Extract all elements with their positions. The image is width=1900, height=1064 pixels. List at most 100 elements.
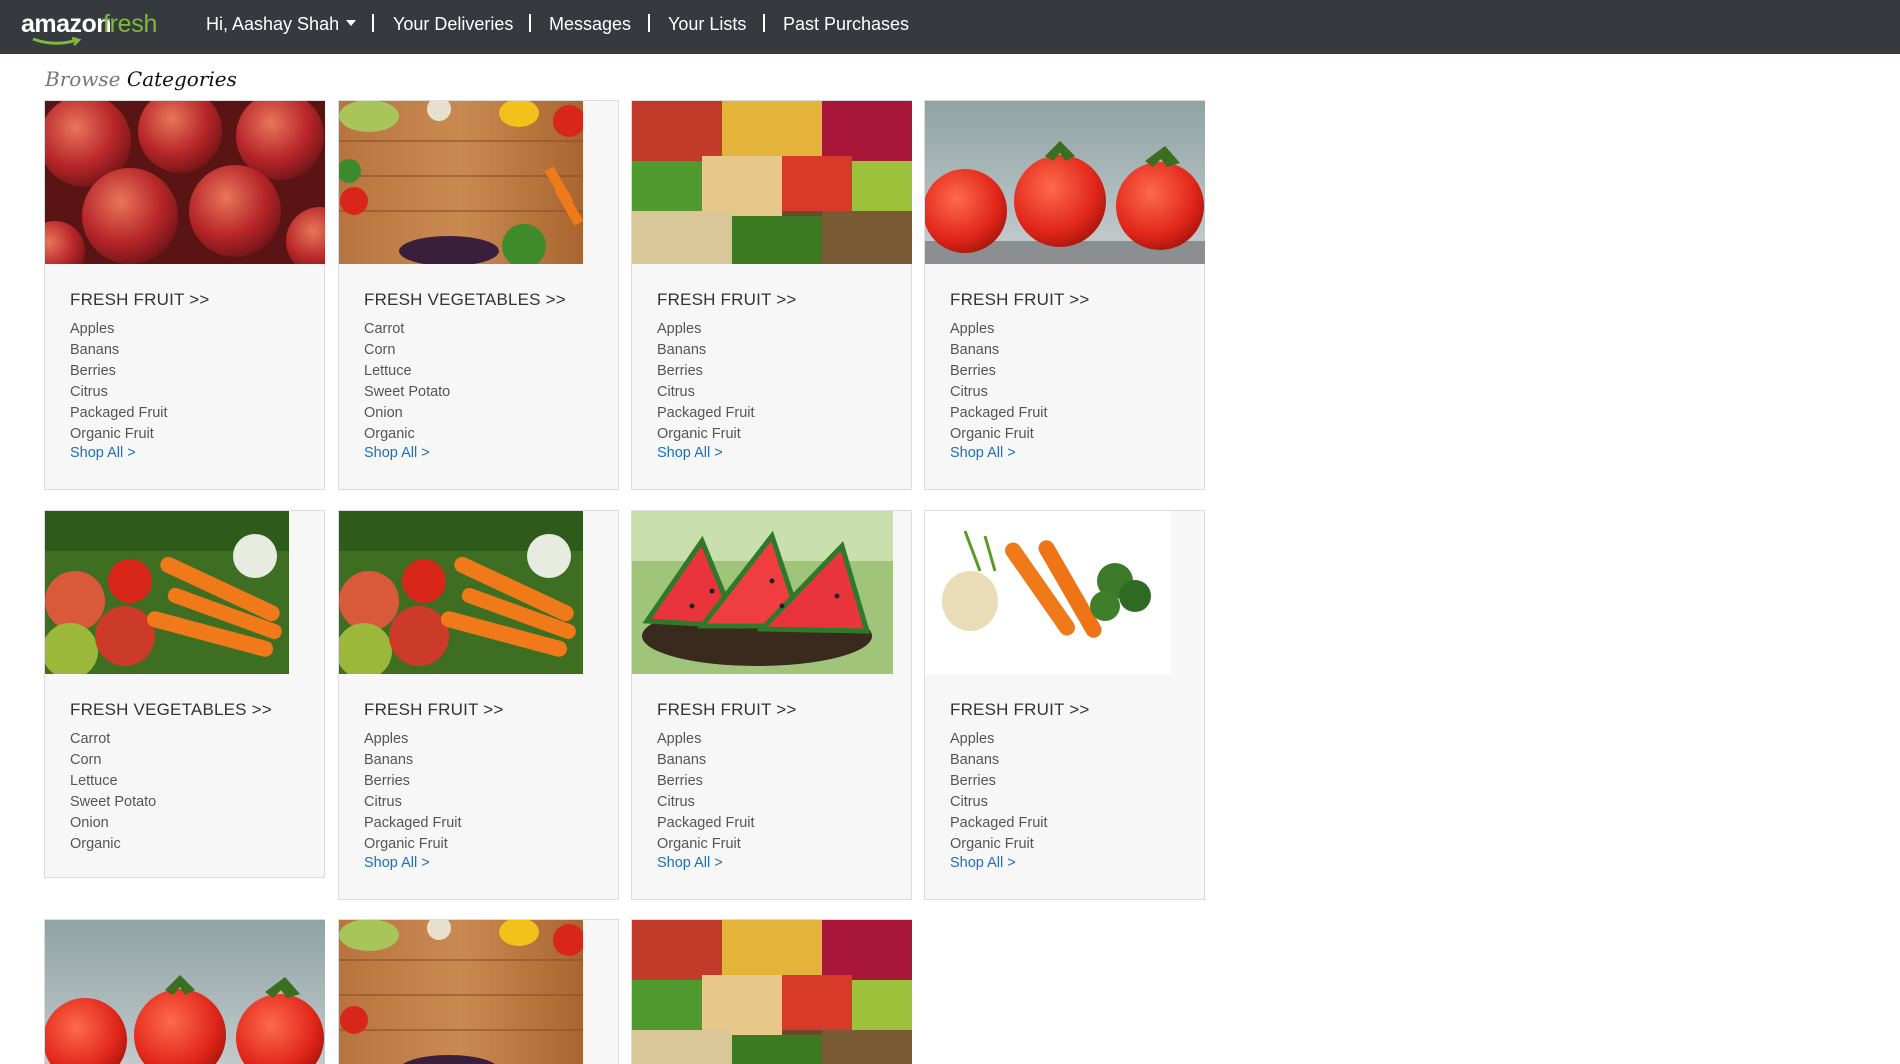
category-title[interactable]: FRESH VEGETABLES >>: [364, 290, 566, 310]
account-greeting: Hi, Aashay Shah: [206, 14, 340, 34]
subcategory-link[interactable]: Packaged Fruit: [364, 813, 462, 834]
carrots-apples-photo: [339, 511, 583, 674]
subcategory-list: Apples Banans Berries Citrus Packaged Fr…: [364, 729, 462, 855]
nav-past-purchases[interactable]: Past Purchases: [783, 14, 909, 35]
nav-your-deliveries[interactable]: Your Deliveries: [393, 14, 513, 35]
category-card[interactable]: FRESH FRUIT >> Apples Banans Berries Cit…: [44, 100, 325, 490]
subcategory-link[interactable]: Onion: [364, 403, 450, 424]
subcategory-link[interactable]: Apples: [364, 729, 462, 750]
subcategory-link[interactable]: Onion: [70, 813, 156, 834]
subcategory-link[interactable]: Packaged Fruit: [657, 813, 755, 834]
subcategory-link[interactable]: Banans: [657, 750, 755, 771]
subcategory-link[interactable]: Carrot: [364, 319, 450, 340]
category-image-apples[interactable]: [45, 101, 325, 264]
account-menu[interactable]: Hi, Aashay Shah: [206, 14, 357, 35]
subcategory-link[interactable]: Packaged Fruit: [950, 813, 1048, 834]
category-image-tomatoes[interactable]: [925, 101, 1205, 264]
subcategory-link[interactable]: Berries: [657, 361, 755, 382]
subcategory-link[interactable]: Citrus: [70, 382, 168, 403]
category-card[interactable]: FRESH FRUIT >> Apples Banans Berries Cit…: [631, 510, 912, 900]
subcategory-link[interactable]: Banans: [657, 340, 755, 361]
nav-messages[interactable]: Messages: [549, 14, 631, 35]
shop-all-link[interactable]: Shop All >: [950, 445, 1016, 461]
subcategory-link[interactable]: Citrus: [950, 382, 1048, 403]
category-image-market[interactable]: [632, 101, 912, 264]
subcategory-link[interactable]: Organic Fruit: [364, 834, 462, 855]
nav-your-lists[interactable]: Your Lists: [668, 14, 746, 35]
category-image-carrots-broccoli[interactable]: [925, 511, 1171, 674]
category-image-vegetables[interactable]: [339, 101, 583, 264]
subcategory-link[interactable]: Apples: [70, 319, 168, 340]
category-card[interactable]: FRESH VEGETABLES >> Carrot Corn Lettuce …: [44, 510, 325, 878]
subcategory-link[interactable]: Berries: [364, 771, 462, 792]
subcategory-link[interactable]: Sweet Potato: [70, 792, 156, 813]
category-image-tomatoes[interactable]: [45, 920, 325, 1064]
subcategory-link[interactable]: Organic Fruit: [657, 834, 755, 855]
subcategory-link[interactable]: Banans: [364, 750, 462, 771]
subcategory-link[interactable]: Corn: [70, 750, 156, 771]
subcategory-link[interactable]: Packaged Fruit: [657, 403, 755, 424]
subcategory-link[interactable]: Organic Fruit: [657, 424, 755, 445]
apples-photo: [45, 101, 325, 264]
category-card[interactable]: FRESH FRUIT >> Apples Banans Berries Cit…: [338, 510, 619, 900]
subcategory-link[interactable]: Lettuce: [70, 771, 156, 792]
subcategory-link[interactable]: Apples: [950, 729, 1048, 750]
subcategory-link[interactable]: Citrus: [950, 792, 1048, 813]
category-title[interactable]: FRESH FRUIT >>: [70, 290, 209, 310]
subcategory-link[interactable]: Apples: [657, 319, 755, 340]
subcategory-link[interactable]: Banans: [70, 340, 168, 361]
subcategory-link[interactable]: Lettuce: [364, 361, 450, 382]
category-title[interactable]: FRESH FRUIT >>: [950, 290, 1089, 310]
subcategory-link[interactable]: Organic Fruit: [950, 834, 1048, 855]
shop-all-link[interactable]: Shop All >: [950, 855, 1016, 871]
subcategory-link[interactable]: Banans: [950, 750, 1048, 771]
category-image-watermelon[interactable]: [632, 511, 893, 674]
subcategory-link[interactable]: Corn: [364, 340, 450, 361]
category-image-market[interactable]: [632, 920, 912, 1064]
shop-all-link[interactable]: Shop All >: [364, 855, 430, 871]
category-image-carrots[interactable]: [45, 511, 289, 674]
subcategory-list: Apples Banans Berries Citrus Packaged Fr…: [657, 729, 755, 855]
category-title[interactable]: FRESH FRUIT >>: [657, 290, 796, 310]
category-card[interactable]: FRESH FRUIT >> Apples Banans Berries Cit…: [924, 510, 1205, 900]
category-title[interactable]: FRESH FRUIT >>: [364, 700, 503, 720]
subcategory-link[interactable]: Organic: [70, 834, 156, 855]
carrots-apples-photo: [45, 511, 289, 674]
subcategory-link[interactable]: Berries: [657, 771, 755, 792]
category-card[interactable]: FRESH FRUIT >> Apples Banans Berries Cit…: [631, 100, 912, 490]
subcategory-link[interactable]: Organic Fruit: [950, 424, 1048, 445]
category-image-carrots[interactable]: [339, 511, 583, 674]
shop-all-link[interactable]: Shop All >: [657, 855, 723, 871]
subcategory-link[interactable]: Apples: [657, 729, 755, 750]
shop-all-link[interactable]: Shop All >: [70, 445, 136, 461]
subcategory-link[interactable]: Packaged Fruit: [70, 403, 168, 424]
subcategory-link[interactable]: Organic Fruit: [70, 424, 168, 445]
subcategory-link[interactable]: Apples: [950, 319, 1048, 340]
amazonfresh-logo[interactable]: amazon fresh: [21, 10, 175, 46]
subcategory-link[interactable]: Banans: [950, 340, 1048, 361]
subcategory-link[interactable]: Carrot: [70, 729, 156, 750]
subcategory-link[interactable]: Citrus: [657, 382, 755, 403]
subcategory-link[interactable]: Sweet Potato: [364, 382, 450, 403]
category-title[interactable]: FRESH VEGETABLES >>: [70, 700, 272, 720]
vegetables-on-wood-photo: [339, 101, 583, 264]
subcategory-link[interactable]: Citrus: [364, 792, 462, 813]
subcategory-list: Carrot Corn Lettuce Sweet Potato Onion O…: [70, 729, 156, 855]
shop-all-link[interactable]: Shop All >: [657, 445, 723, 461]
subcategory-link[interactable]: Citrus: [657, 792, 755, 813]
category-title[interactable]: FRESH FRUIT >>: [657, 700, 796, 720]
category-card[interactable]: FRESH VEGETABLES >> Carrot Corn Lettuce …: [338, 100, 619, 490]
category-card[interactable]: [631, 919, 912, 1064]
subcategory-link[interactable]: Berries: [950, 771, 1048, 792]
category-card[interactable]: FRESH FRUIT >> Apples Banans Berries Cit…: [924, 100, 1205, 490]
subcategory-link[interactable]: Berries: [950, 361, 1048, 382]
shop-all-link[interactable]: Shop All >: [364, 445, 430, 461]
category-image-vegetables[interactable]: [339, 920, 583, 1064]
subcategory-link[interactable]: Packaged Fruit: [950, 403, 1048, 424]
category-card[interactable]: [44, 919, 325, 1064]
subcategory-list: Apples Banans Berries Citrus Packaged Fr…: [950, 729, 1048, 855]
category-title[interactable]: FRESH FRUIT >>: [950, 700, 1089, 720]
category-card[interactable]: [338, 919, 619, 1064]
subcategory-link[interactable]: Berries: [70, 361, 168, 382]
subcategory-link[interactable]: Organic: [364, 424, 450, 445]
